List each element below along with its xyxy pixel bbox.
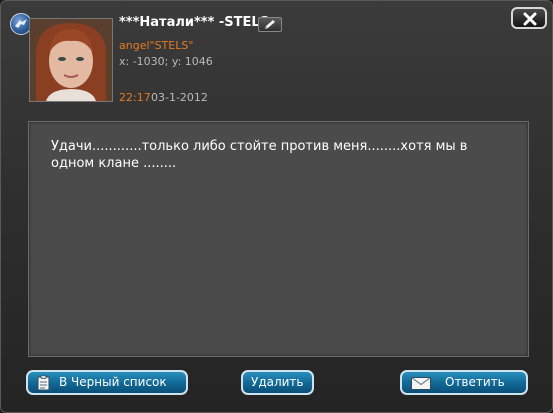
blacklist-label: В Черный список [59, 375, 167, 389]
close-button[interactable] [511, 7, 547, 29]
edit-button[interactable] [258, 17, 282, 32]
sender-coordinates: x: -1030; y: 1046 [119, 55, 213, 68]
message-time: 22:17 [119, 91, 151, 104]
delete-button[interactable]: Удалить [241, 370, 314, 395]
envelope-icon [411, 377, 431, 390]
blacklist-button[interactable]: В Черный список [26, 370, 188, 395]
message-body: Удачи............только либо стойте прот… [28, 121, 529, 357]
close-icon [523, 12, 537, 26]
clipboard-icon [37, 375, 50, 391]
message-text: Удачи............только либо стойте прот… [51, 139, 468, 171]
sender-clan[interactable]: angel"STELS" [119, 39, 193, 52]
sender-name[interactable]: ***Натали*** -STELS- [119, 15, 274, 30]
message-date: 03-1-2012 [151, 91, 208, 104]
reply-label: Ответить [445, 375, 505, 389]
delete-label: Удалить [251, 375, 304, 389]
avatar[interactable] [29, 18, 113, 102]
message-window: ***Натали*** -STELS- angel"STELS" x: -10… [0, 0, 553, 413]
pencil-icon [265, 20, 275, 29]
reply-button[interactable]: Ответить [400, 370, 528, 395]
